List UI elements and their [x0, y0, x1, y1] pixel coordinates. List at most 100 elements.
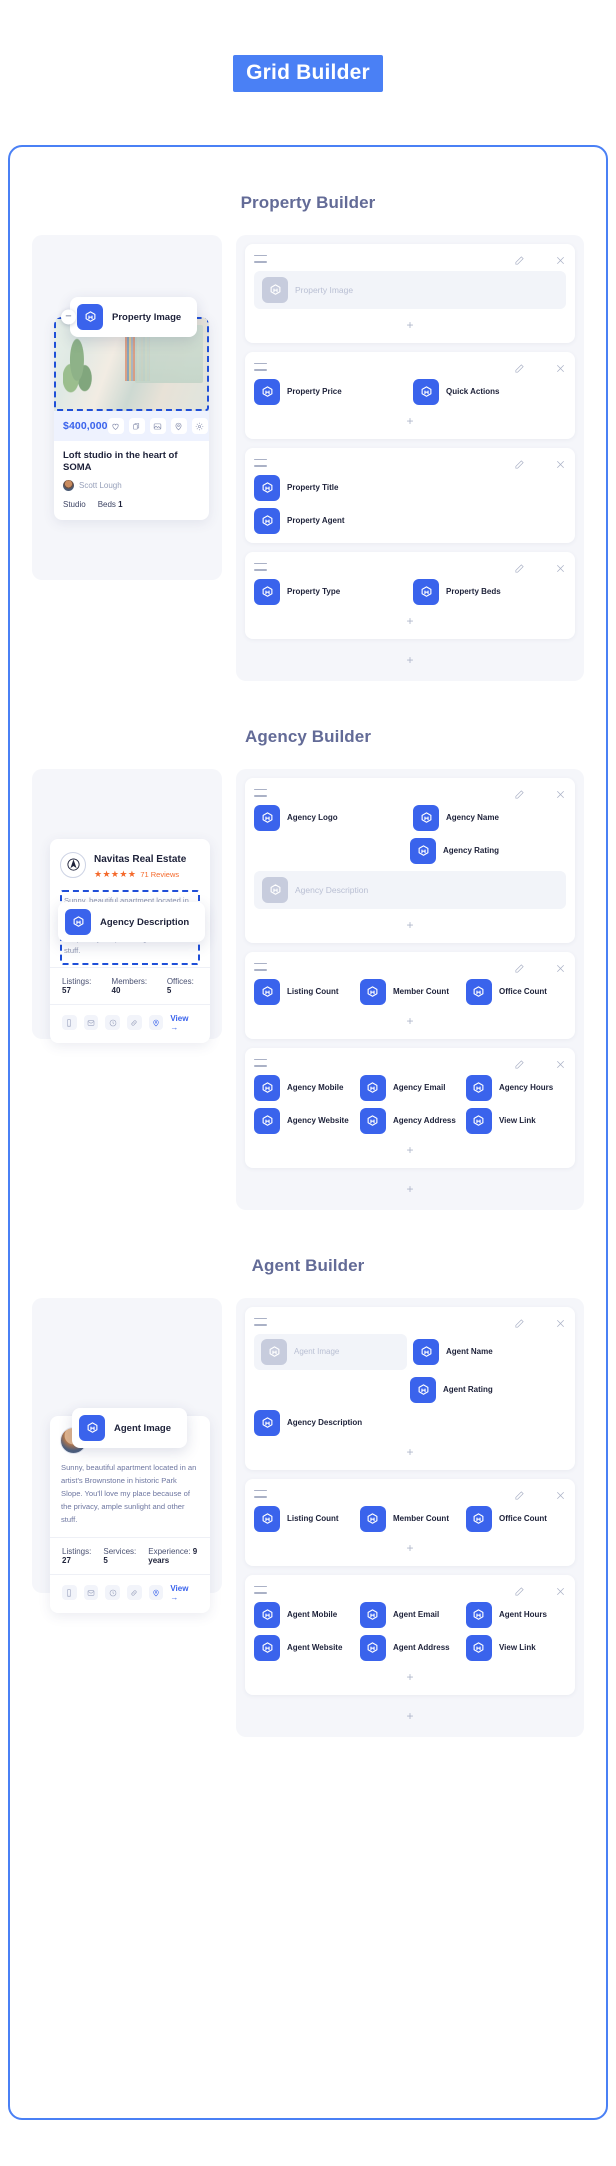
edit-icon[interactable] [514, 1584, 525, 1596]
settings-icon[interactable] [191, 418, 208, 434]
field-agency-description[interactable]: Agency Description [254, 1410, 566, 1436]
field-agent-website[interactable]: Agent Website [254, 1635, 354, 1661]
pin-icon[interactable] [148, 1585, 164, 1601]
pin-icon[interactable] [148, 1015, 164, 1031]
drag-chip-agent-image[interactable]: Agent Image [72, 1408, 188, 1448]
block-add-row[interactable]: + [254, 412, 566, 430]
field-agent-address[interactable]: Agent Address [359, 1635, 460, 1661]
field-property-agent[interactable]: Property Agent [254, 508, 566, 534]
drag-handle-icon[interactable] [254, 1058, 267, 1067]
block-add-row[interactable]: + [254, 1539, 566, 1557]
plus-icon[interactable]: + [406, 1014, 413, 1028]
plus-icon[interactable]: + [406, 1445, 413, 1459]
field-agency-hours[interactable]: Agency Hours [465, 1075, 566, 1101]
field-property-beds[interactable]: Property Beds [413, 579, 566, 605]
field-agency-description[interactable]: Agency Description [254, 871, 566, 909]
plus-icon[interactable]: + [406, 318, 413, 332]
block-add-row[interactable]: + [254, 1141, 566, 1159]
remove-icon[interactable]: − [61, 309, 76, 325]
plus-icon[interactable]: + [406, 1143, 413, 1157]
plus-icon[interactable]: + [406, 1670, 413, 1684]
block-add-row[interactable]: + [254, 612, 566, 630]
field-agent-email[interactable]: Agent Email [359, 1602, 460, 1628]
block-add-row[interactable]: + [254, 1012, 566, 1030]
block-add-row[interactable]: + [254, 916, 566, 934]
builder-block[interactable]: Agency Mobile Agency Email Agency Hours [245, 1048, 575, 1168]
drag-handle-icon[interactable] [254, 362, 267, 371]
drag-handle-icon[interactable] [254, 1585, 267, 1594]
builder-block[interactable]: Listing Count Member Count Office Count … [245, 1479, 575, 1566]
close-icon[interactable] [555, 1057, 566, 1068]
field-property-price[interactable]: Property Price [254, 379, 407, 405]
field-agent-mobile[interactable]: Agent Mobile [254, 1602, 354, 1628]
field-office-count[interactable]: Office Count [465, 1506, 566, 1532]
field-listing-count[interactable]: Listing Count [254, 979, 354, 1005]
edit-icon[interactable] [514, 961, 525, 973]
mail-icon[interactable] [83, 1585, 99, 1601]
edit-icon[interactable] [514, 361, 525, 373]
field-property-image[interactable]: Property Image [254, 271, 566, 309]
field-quick-actions[interactable]: Quick Actions [413, 379, 566, 405]
field-agent-hours[interactable]: Agent Hours [465, 1602, 566, 1628]
plus-icon[interactable]: + [406, 614, 413, 628]
block-add-row[interactable]: + [254, 1668, 566, 1686]
drag-handle-icon[interactable] [254, 458, 267, 467]
edit-icon[interactable] [514, 1488, 525, 1500]
builder-block[interactable]: Agent Mobile Agent Email Agent Hours Age… [245, 1575, 575, 1695]
mail-icon[interactable] [83, 1015, 99, 1031]
field-member-count[interactable]: Member Count [359, 979, 460, 1005]
close-icon[interactable] [555, 561, 566, 572]
drag-handle-icon[interactable] [254, 788, 267, 797]
field-agent-name[interactable]: Agent Name [413, 1334, 566, 1370]
builder-block[interactable]: Agency Logo Agency Name Agency Rating Ag… [245, 778, 575, 943]
close-icon[interactable] [555, 253, 566, 264]
clock-icon[interactable] [105, 1015, 121, 1031]
edit-icon[interactable] [514, 787, 525, 799]
plus-icon[interactable]: + [406, 414, 413, 428]
field-agency-logo[interactable]: Agency Logo [254, 805, 407, 831]
plus-icon[interactable]: + [406, 1541, 413, 1555]
builder-block[interactable]: Property Title Property Agent [245, 448, 575, 543]
close-icon[interactable] [555, 361, 566, 372]
field-view-link[interactable]: View Link [465, 1108, 566, 1134]
drag-chip-agency-description[interactable]: Agency Description [58, 902, 206, 942]
close-icon[interactable] [555, 1584, 566, 1595]
drag-chip-property-image[interactable]: − Property Image [61, 297, 198, 337]
edit-icon[interactable] [514, 1057, 525, 1069]
field-agency-email[interactable]: Agency Email [359, 1075, 460, 1101]
block-add-row[interactable]: + [254, 316, 566, 334]
edit-icon[interactable] [514, 1316, 525, 1328]
phone-icon[interactable] [62, 1015, 77, 1031]
builder-block[interactable]: Property Image + [245, 244, 575, 343]
column-add-block[interactable]: + [245, 648, 575, 669]
builder-block[interactable]: Agent Image Agent Name Agent Rating Agen… [245, 1307, 575, 1470]
field-member-count[interactable]: Member Count [359, 1506, 460, 1532]
view-link[interactable]: View → [170, 1014, 198, 1032]
field-view-link[interactable]: View Link [465, 1635, 566, 1661]
block-add-row[interactable]: + [254, 1443, 566, 1461]
field-agency-name[interactable]: Agency Name [413, 805, 566, 831]
column-add-block[interactable]: + [245, 1177, 575, 1198]
clock-icon[interactable] [105, 1585, 121, 1601]
heart-icon[interactable] [107, 418, 124, 434]
column-add-block[interactable]: + [245, 1704, 575, 1725]
drag-handle-icon[interactable] [254, 1489, 267, 1498]
builder-block[interactable]: Property Price Quick Actions + [245, 352, 575, 439]
drag-handle-icon[interactable] [254, 962, 267, 971]
edit-icon[interactable] [514, 253, 525, 265]
quick-actions[interactable] [107, 418, 208, 434]
view-link[interactable]: View → [170, 1584, 198, 1602]
plus-icon[interactable]: + [406, 653, 413, 667]
field-office-count[interactable]: Office Count [465, 979, 566, 1005]
gallery-icon[interactable] [149, 418, 166, 434]
field-agency-rating[interactable]: Agency Rating [410, 838, 563, 864]
plus-icon[interactable]: + [406, 1182, 413, 1196]
close-icon[interactable] [555, 787, 566, 798]
plus-icon[interactable]: + [406, 918, 413, 932]
drag-handle-icon[interactable] [254, 562, 267, 571]
edit-icon[interactable] [514, 561, 525, 573]
phone-icon[interactable] [62, 1585, 77, 1601]
close-icon[interactable] [555, 1488, 566, 1499]
builder-block[interactable]: Listing Count Member Count Office Count … [245, 952, 575, 1039]
compare-icon[interactable] [128, 418, 145, 434]
